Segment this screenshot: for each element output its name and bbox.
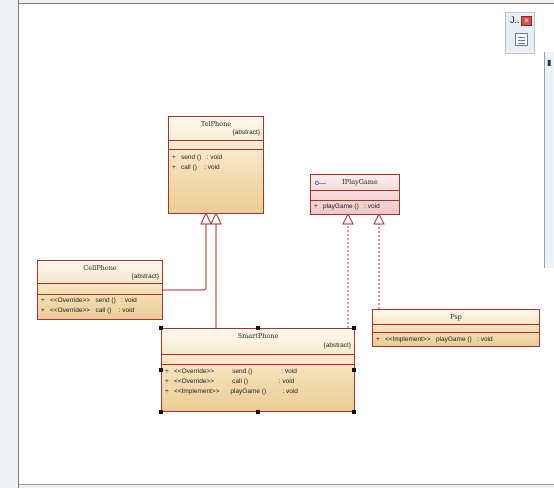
class-member[interactable]: + <<Implement>> playGame () : void: [376, 336, 493, 343]
class-member[interactable]: + <<Override>> send () : void: [41, 297, 137, 304]
class-member[interactable]: + call () : void: [172, 164, 220, 171]
resize-handle[interactable]: [352, 410, 356, 414]
class-divider: [38, 294, 162, 295]
class-divider: [169, 140, 263, 141]
diagram-canvas[interactable]: ▮ J.. × TelPhone {abstract} + send () : v…: [0, 0, 554, 488]
class-name: TelPhone: [200, 120, 232, 128]
realization-arrow-icon: [342, 212, 354, 225]
class-divider: [38, 283, 162, 284]
class-name: Psp: [450, 313, 462, 321]
class-member[interactable]: + <<Override>> send () : void: [165, 368, 297, 375]
class-name: CellPhone: [83, 264, 117, 272]
class-divider: [373, 332, 539, 333]
interface-name: IPlayGame: [342, 178, 378, 186]
class-stereotype: {abstract}: [323, 342, 351, 349]
interface-member[interactable]: + playGame () : void: [314, 203, 380, 210]
class-divider: [169, 149, 263, 150]
class-divider: [311, 200, 399, 201]
class-divider: [162, 354, 354, 355]
class-member[interactable]: + <<Implement>> playGame () : void: [165, 388, 298, 395]
resize-handle[interactable]: [159, 410, 163, 414]
class-smartphone[interactable]: SmartPhone {abstract} + <<Override>> send…: [161, 328, 355, 412]
generalization-arrow-icon: [210, 211, 222, 225]
class-name: SmartPhone: [237, 332, 279, 340]
class-stereotype: {abstract}: [232, 129, 260, 136]
generalization-cellphone-telphone: [163, 224, 207, 291]
class-cellphone[interactable]: CellPhone {abstract} + <<Override>> send …: [37, 260, 163, 320]
class-telphone[interactable]: TelPhone {abstract} + send () : void + cal…: [168, 116, 264, 214]
relationships: [163, 211, 385, 328]
resize-handle[interactable]: [352, 368, 356, 372]
generalization-arrow-icon: [200, 211, 212, 225]
resize-handle[interactable]: [352, 326, 356, 330]
class-psp[interactable]: Psp + <<Implement>> playGame () : void: [372, 309, 540, 347]
class-divider: [373, 324, 539, 325]
class-divider: [162, 364, 354, 365]
resize-handle[interactable]: [159, 368, 163, 372]
class-member[interactable]: + <<Override>> call () : void: [165, 378, 294, 385]
class-divider: [311, 190, 399, 191]
interface-iplaygame[interactable]: o— IPlayGame + playGame () : void: [310, 174, 400, 215]
class-member[interactable]: + <<Override>> call () : void: [41, 307, 134, 314]
resize-handle[interactable]: [256, 410, 260, 414]
resize-handle[interactable]: [256, 326, 260, 330]
class-stereotype: {abstract}: [131, 273, 159, 280]
realization-arrow-icon: [373, 212, 385, 225]
resize-handle[interactable]: [159, 326, 163, 330]
class-member[interactable]: + send () : void: [172, 154, 222, 161]
